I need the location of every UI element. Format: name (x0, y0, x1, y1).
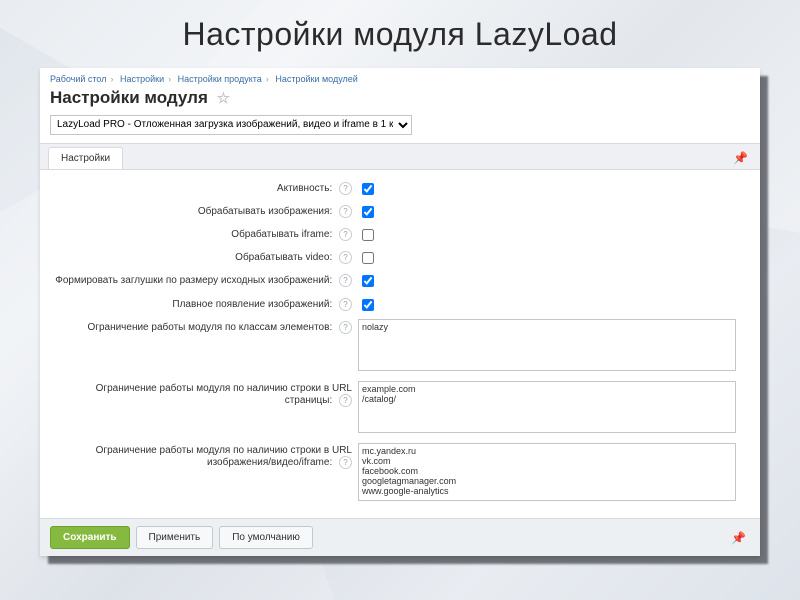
footer-bar: Сохранить Применить По умолчанию 📌 (40, 518, 760, 556)
help-icon[interactable]: ? (339, 298, 352, 311)
help-icon[interactable]: ? (339, 394, 352, 407)
field-label: Обрабатывать изображения: ? (52, 203, 358, 218)
field-label: Формировать заглушки по размеру исходных… (52, 272, 358, 287)
help-icon[interactable]: ? (339, 251, 352, 264)
field-label: Активность: ? (52, 180, 358, 195)
tabs-bar: Настройки 📌 (40, 143, 760, 170)
process-iframe-checkbox[interactable] (362, 229, 374, 241)
help-icon[interactable]: ? (339, 205, 352, 218)
save-button[interactable]: Сохранить (50, 526, 130, 549)
help-icon[interactable]: ? (339, 321, 352, 334)
exclude-asset-url-textarea[interactable]: mc.yandex.ru vk.com facebook.com googlet… (358, 443, 736, 501)
placeholder-size-checkbox[interactable] (362, 275, 374, 287)
breadcrumb-item[interactable]: Настройки модулей (275, 74, 357, 84)
page-title: Настройки модуля LazyLoad (0, 16, 800, 53)
star-icon[interactable]: ☆ (217, 90, 230, 107)
admin-panel: Рабочий стол› Настройки› Настройки проду… (40, 68, 760, 556)
smooth-appear-checkbox[interactable] (362, 299, 374, 311)
default-button[interactable]: По умолчанию (219, 526, 313, 549)
pin-icon[interactable]: 📌 (733, 151, 752, 165)
module-select[interactable]: LazyLoad PRO - Отложенная загрузка изобр… (50, 115, 412, 135)
help-icon[interactable]: ? (339, 228, 352, 241)
field-label: Обрабатывать video: ? (52, 249, 358, 264)
form-area: Активность: ? Обрабатывать изображения: … (40, 170, 760, 506)
help-icon[interactable]: ? (339, 182, 352, 195)
help-icon[interactable]: ? (339, 456, 352, 469)
exclude-page-url-textarea[interactable]: example.com /catalog/ (358, 381, 736, 433)
field-label: Плавное появление изображений: ? (52, 296, 358, 311)
process-images-checkbox[interactable] (362, 206, 374, 218)
breadcrumb-item[interactable]: Настройки продукта (178, 74, 262, 84)
breadcrumb-item[interactable]: Настройки (120, 74, 164, 84)
breadcrumb: Рабочий стол› Настройки› Настройки проду… (40, 68, 760, 88)
apply-button[interactable]: Применить (136, 526, 214, 549)
active-checkbox[interactable] (362, 183, 374, 195)
field-label: Обрабатывать iframe: ? (52, 226, 358, 241)
exclude-classes-textarea[interactable]: nolazy (358, 319, 736, 371)
help-icon[interactable]: ? (339, 274, 352, 287)
breadcrumb-item[interactable]: Рабочий стол (50, 74, 107, 84)
tab-settings[interactable]: Настройки (48, 147, 123, 169)
field-label: Ограничение работы модуля по классам эле… (52, 319, 358, 334)
field-label: Ограничение работы модуля по наличию стр… (52, 381, 358, 407)
field-label: Ограничение работы модуля по наличию стр… (52, 443, 358, 469)
page-heading: Настройки модуля ☆ (40, 88, 760, 114)
process-video-checkbox[interactable] (362, 252, 374, 264)
pin-icon[interactable]: 📌 (731, 531, 750, 545)
